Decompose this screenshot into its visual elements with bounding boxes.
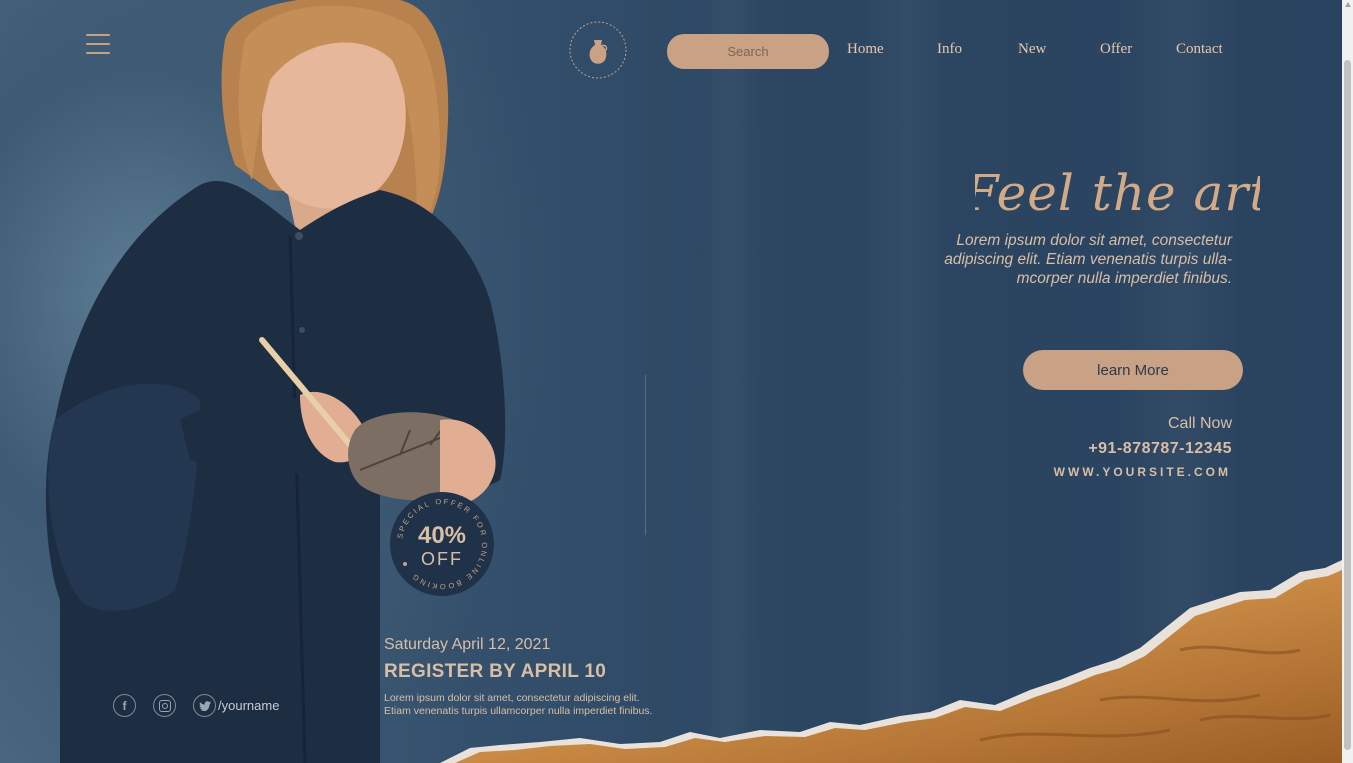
- social-handle: /yourname: [218, 698, 280, 713]
- nav-home[interactable]: Home: [847, 41, 884, 58]
- badge-percent: 40%: [417, 522, 467, 549]
- scrollbar[interactable]: [1342, 0, 1353, 763]
- learn-more-button[interactable]: learn More: [1023, 350, 1243, 390]
- facebook-icon[interactable]: f: [113, 694, 136, 717]
- phone-number[interactable]: +91-878787-12345: [1088, 440, 1232, 458]
- hamburger-menu-icon[interactable]: [86, 34, 110, 58]
- instagram-icon[interactable]: [153, 694, 176, 717]
- event-description: Lorem ipsum dolor sit amet, consectetur …: [384, 692, 653, 717]
- search-input[interactable]: [667, 34, 829, 69]
- register-deadline: REGISTER BY APRIL 10: [384, 661, 607, 682]
- nav-offer[interactable]: Offer: [1100, 41, 1132, 58]
- nav-new[interactable]: New: [1018, 41, 1046, 58]
- hero-subtext: Lorem ipsum dolor sit amet, consectetur …: [944, 232, 1232, 287]
- svg-text:Feel the art: Feel the art: [975, 164, 1260, 222]
- event-date: Saturday April 12, 2021: [384, 636, 551, 653]
- scroll-up-icon[interactable]: [1344, 2, 1351, 7]
- headline: Feel the art: [975, 164, 1260, 222]
- nav-contact[interactable]: Contact: [1176, 41, 1223, 58]
- twitter-icon[interactable]: [193, 694, 216, 717]
- call-now-label: Call Now: [1167, 415, 1232, 432]
- badge-off: OFF: [421, 549, 463, 569]
- logo-icon[interactable]: [568, 20, 628, 80]
- scrollbar-thumb[interactable]: [1344, 60, 1351, 750]
- nav-info[interactable]: Info: [937, 41, 962, 58]
- hero-page: Home Info New Offer Contact Feel the art…: [0, 0, 1342, 763]
- website-url[interactable]: WWW.YOURSITE.COM: [1054, 465, 1231, 479]
